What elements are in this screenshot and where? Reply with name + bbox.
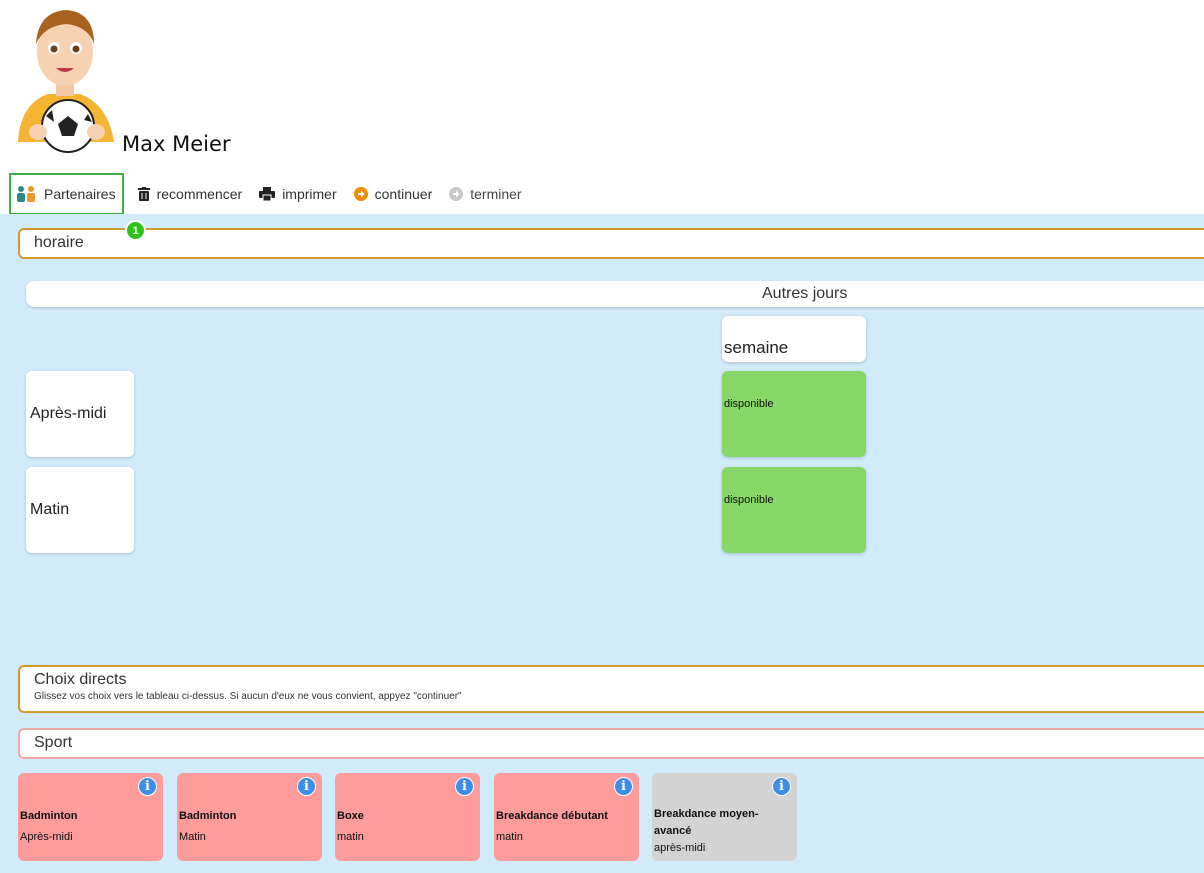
info-icon[interactable]: i	[455, 777, 474, 796]
arrow-circle-right-icon	[353, 187, 368, 201]
activity-name: Badminton	[179, 810, 237, 822]
continue-label: continuer	[374, 186, 433, 202]
direct-choices-panel: Choix directs Glissez vos choix vers le …	[18, 665, 1204, 713]
info-icon[interactable]: i	[772, 777, 791, 796]
info-icon[interactable]: i	[614, 777, 633, 796]
activity-name: Breakdance débutant	[496, 810, 608, 822]
schedule-slot[interactable]: disponible	[722, 371, 866, 457]
activity-card[interactable]: i Breakdance moyen-avancé après-midi	[652, 773, 797, 861]
notification-badge: 1	[125, 220, 146, 241]
info-icon[interactable]: i	[297, 777, 316, 796]
printer-icon	[259, 187, 276, 201]
finish-label: terminer	[470, 186, 522, 202]
direct-choices-title: Choix directs	[34, 671, 127, 688]
group-header: Autres jours	[26, 281, 1204, 307]
column-header-week: semaine	[722, 316, 866, 362]
avatar	[8, 4, 120, 154]
restart-label: recommencer	[156, 186, 243, 202]
main-area: horaire Autres jours semaine Après-midi …	[0, 214, 1204, 873]
restart-button[interactable]: recommencer	[137, 186, 243, 202]
group-header-label: Autres jours	[762, 285, 848, 302]
print-label: imprimer	[282, 186, 337, 202]
info-icon[interactable]: i	[138, 777, 157, 796]
activity-name: Breakdance moyen-avancé	[654, 808, 759, 837]
activity-name: Boxe	[337, 810, 364, 822]
schedule-slot[interactable]: disponible	[722, 467, 866, 553]
activity-card[interactable]: i Badminton Après-midi	[18, 773, 163, 861]
finish-button[interactable]: terminer	[449, 186, 522, 202]
row-header-afternoon: Après-midi	[26, 371, 134, 457]
activity-time: après-midi	[654, 842, 706, 854]
continue-button[interactable]: continuer	[353, 186, 433, 202]
trash-icon	[137, 187, 150, 201]
activity-name: Badminton	[20, 810, 78, 822]
schedule-header: horaire	[18, 228, 1204, 259]
row-header-morning: Matin	[26, 467, 134, 553]
user-name: Max Meier	[122, 132, 231, 156]
print-button[interactable]: imprimer	[259, 186, 337, 202]
activity-time: matin	[337, 831, 364, 843]
sport-category-header: Sport	[18, 728, 1204, 759]
activity-card[interactable]: i Boxe matin	[335, 773, 480, 861]
partners-button[interactable]: Partenaires	[9, 173, 124, 215]
toolbar: Partenaires recommencer imprimer continu…	[9, 173, 539, 215]
activity-time: Matin	[179, 831, 206, 843]
activity-card[interactable]: i Breakdance débutant matin	[494, 773, 639, 861]
partners-icon	[17, 186, 35, 202]
arrow-circle-right-icon	[449, 187, 464, 201]
activity-card[interactable]: i Badminton Matin	[177, 773, 322, 861]
direct-choices-description: Glissez vos choix vers le tableau ci-des…	[34, 691, 462, 702]
activity-time: matin	[496, 831, 523, 843]
partners-label: Partenaires	[44, 186, 116, 202]
activity-time: Après-midi	[20, 831, 73, 843]
